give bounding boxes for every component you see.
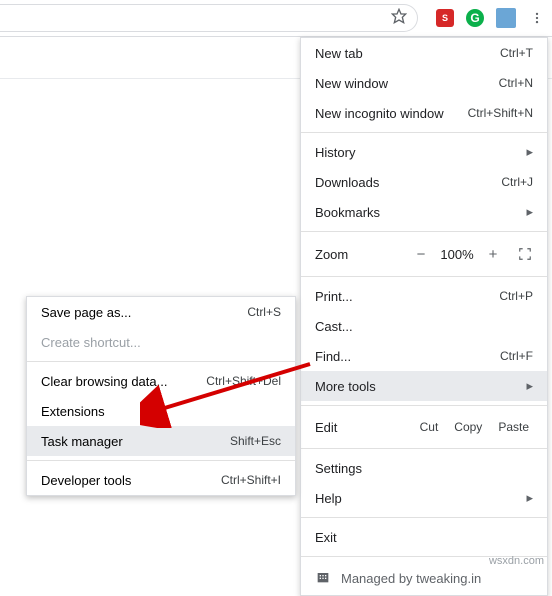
menu-separator xyxy=(301,276,547,277)
submenu-task-manager[interactable]: Task manager Shift+Esc xyxy=(27,426,295,456)
menu-zoom-row: Zoom − 100% + xyxy=(301,236,547,272)
menu-label: Downloads xyxy=(315,175,379,190)
menu-label: Find... xyxy=(315,349,351,364)
cut-button[interactable]: Cut xyxy=(412,416,447,438)
browser-toolbar: S G xyxy=(0,0,552,37)
submenu-label: Clear browsing data... xyxy=(41,374,167,389)
submenu-shortcut: Ctrl+S xyxy=(247,305,281,319)
menu-separator xyxy=(27,460,295,461)
menu-new-window[interactable]: New window Ctrl+N xyxy=(301,68,547,98)
kebab-menu-icon[interactable] xyxy=(528,9,546,27)
omnibox[interactable] xyxy=(0,4,418,32)
submenu-label: Save page as... xyxy=(41,305,131,320)
chevron-right-icon: ▸ xyxy=(526,204,533,220)
zoom-label: Zoom xyxy=(315,247,407,262)
menu-label: New incognito window xyxy=(315,106,444,121)
paste-button[interactable]: Paste xyxy=(490,416,537,438)
submenu-developer-tools[interactable]: Developer tools Ctrl+Shift+I xyxy=(27,465,295,495)
submenu-save-page[interactable]: Save page as... Ctrl+S xyxy=(27,297,295,327)
bookmark-star-icon[interactable] xyxy=(391,8,407,29)
zoom-out-button[interactable]: − xyxy=(407,246,435,263)
menu-label: Help xyxy=(315,491,342,506)
fullscreen-icon[interactable] xyxy=(513,242,537,266)
watermark-text: wsxdn.com xyxy=(489,555,544,567)
chrome-main-menu: New tab Ctrl+T New window Ctrl+N New inc… xyxy=(300,37,548,596)
menu-more-tools[interactable]: More tools ▸ xyxy=(301,371,547,401)
menu-new-tab[interactable]: New tab Ctrl+T xyxy=(301,38,547,68)
submenu-shortcut: Ctrl+Shift+I xyxy=(221,473,281,487)
submenu-shortcut: Ctrl+Shift+Del xyxy=(206,374,281,388)
chevron-right-icon: ▸ xyxy=(526,144,533,160)
menu-separator xyxy=(301,448,547,449)
menu-history[interactable]: History ▸ xyxy=(301,137,547,167)
menu-label: History xyxy=(315,145,355,160)
menu-label: New window xyxy=(315,76,388,91)
submenu-label: Extensions xyxy=(41,404,105,419)
menu-label: Cast... xyxy=(315,319,353,334)
more-tools-submenu: Save page as... Ctrl+S Create shortcut..… xyxy=(26,296,296,496)
menu-shortcut: Ctrl+J xyxy=(501,175,533,189)
menu-shortcut: Ctrl+Shift+N xyxy=(468,106,533,120)
profile-avatar-icon[interactable] xyxy=(496,8,516,28)
chevron-right-icon: ▸ xyxy=(526,378,533,394)
menu-bookmarks[interactable]: Bookmarks ▸ xyxy=(301,197,547,227)
extension-grammarly-icon[interactable]: G xyxy=(466,9,484,27)
edit-label: Edit xyxy=(315,420,412,435)
submenu-label: Create shortcut... xyxy=(41,335,141,350)
menu-shortcut: Ctrl+T xyxy=(500,46,533,60)
menu-shortcut: Ctrl+N xyxy=(499,76,533,90)
menu-settings[interactable]: Settings xyxy=(301,453,547,483)
menu-incognito[interactable]: New incognito window Ctrl+Shift+N xyxy=(301,98,547,128)
zoom-in-button[interactable]: + xyxy=(479,246,507,263)
copy-button[interactable]: Copy xyxy=(446,416,490,438)
menu-label: Bookmarks xyxy=(315,205,380,220)
submenu-shortcut: Shift+Esc xyxy=(230,434,281,448)
zoom-value: 100% xyxy=(435,247,479,262)
menu-separator xyxy=(301,405,547,406)
submenu-extensions[interactable]: Extensions xyxy=(27,396,295,426)
menu-label: Print... xyxy=(315,289,353,304)
menu-label: More tools xyxy=(315,379,376,394)
building-icon xyxy=(315,569,331,588)
chevron-right-icon: ▸ xyxy=(526,490,533,506)
menu-edit-row: Edit Cut Copy Paste xyxy=(301,410,547,444)
submenu-label: Developer tools xyxy=(41,473,131,488)
menu-label: New tab xyxy=(315,46,363,61)
menu-find[interactable]: Find... Ctrl+F xyxy=(301,341,547,371)
menu-label: Settings xyxy=(315,461,362,476)
submenu-create-shortcut: Create shortcut... xyxy=(27,327,295,357)
menu-separator xyxy=(27,361,295,362)
submenu-label: Task manager xyxy=(41,434,123,449)
menu-cast[interactable]: Cast... xyxy=(301,311,547,341)
menu-label: Exit xyxy=(315,530,337,545)
menu-separator xyxy=(301,132,547,133)
submenu-clear-data[interactable]: Clear browsing data... Ctrl+Shift+Del xyxy=(27,366,295,396)
menu-shortcut: Ctrl+P xyxy=(499,289,533,303)
extension-s-icon[interactable]: S xyxy=(436,9,454,27)
menu-print[interactable]: Print... Ctrl+P xyxy=(301,281,547,311)
menu-help[interactable]: Help ▸ xyxy=(301,483,547,513)
menu-separator xyxy=(301,517,547,518)
menu-exit[interactable]: Exit xyxy=(301,522,547,552)
menu-separator xyxy=(301,231,547,232)
menu-shortcut: Ctrl+F xyxy=(500,349,533,363)
menu-downloads[interactable]: Downloads Ctrl+J xyxy=(301,167,547,197)
